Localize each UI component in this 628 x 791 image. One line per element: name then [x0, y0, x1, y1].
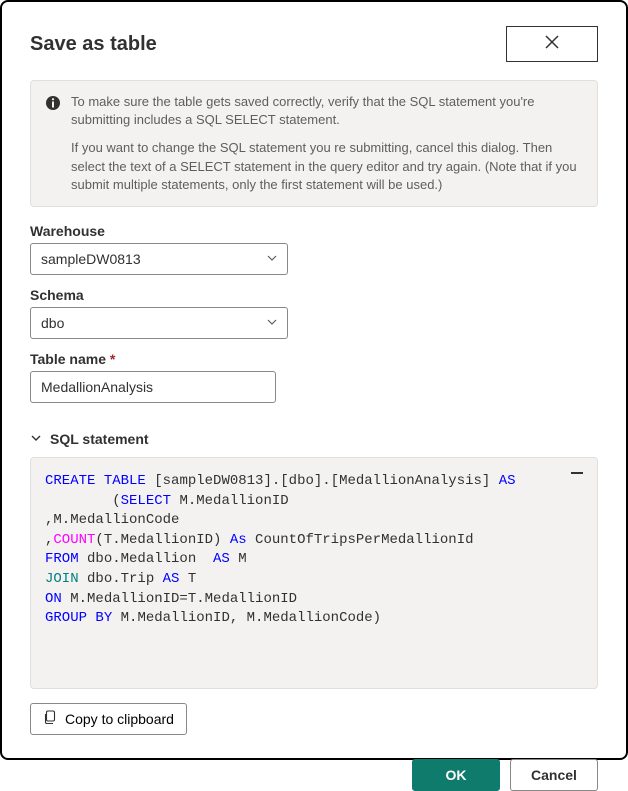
close-button[interactable]: [506, 26, 598, 62]
cursor-indicator: [571, 472, 583, 474]
table-name-field: Table name *: [30, 351, 598, 403]
info-icon: [45, 95, 61, 111]
ok-button[interactable]: OK: [412, 759, 500, 791]
warehouse-field: Warehouse sampleDW0813: [30, 223, 598, 275]
info-paragraph-2: If you want to change the SQL statement …: [71, 139, 583, 194]
table-name-input[interactable]: [30, 371, 276, 403]
schema-field: Schema dbo: [30, 287, 598, 339]
info-paragraph-1: To make sure the table gets saved correc…: [71, 93, 583, 129]
table-name-label: Table name *: [30, 351, 598, 367]
schema-select[interactable]: dbo: [30, 307, 288, 339]
required-indicator: *: [110, 351, 115, 367]
save-as-table-dialog: Save as table To make sure the table get…: [2, 2, 626, 758]
cancel-button[interactable]: Cancel: [510, 759, 598, 791]
warehouse-select[interactable]: sampleDW0813: [30, 243, 288, 275]
sql-statement-box[interactable]: CREATE TABLE [sampleDW0813].[dbo].[Medal…: [30, 457, 598, 689]
copy-label: Copy to clipboard: [65, 711, 174, 727]
warehouse-label: Warehouse: [30, 223, 598, 239]
sql-statement-toggle[interactable]: SQL statement: [30, 431, 598, 447]
chevron-down-icon: [30, 431, 42, 447]
sql-statement-label: SQL statement: [50, 431, 149, 447]
dialog-footer: OK Cancel: [30, 759, 598, 791]
schema-label: Schema: [30, 287, 598, 303]
info-banner: To make sure the table gets saved correc…: [30, 80, 598, 207]
dialog-title: Save as table: [30, 33, 157, 56]
close-icon: [544, 34, 560, 55]
copy-to-clipboard-button[interactable]: Copy to clipboard: [30, 703, 187, 735]
dialog-header: Save as table: [30, 26, 598, 62]
info-text: To make sure the table gets saved correc…: [71, 93, 583, 194]
copy-icon: [43, 710, 57, 727]
sql-statement-section: SQL statement CREATE TABLE [sampleDW0813…: [30, 431, 598, 735]
